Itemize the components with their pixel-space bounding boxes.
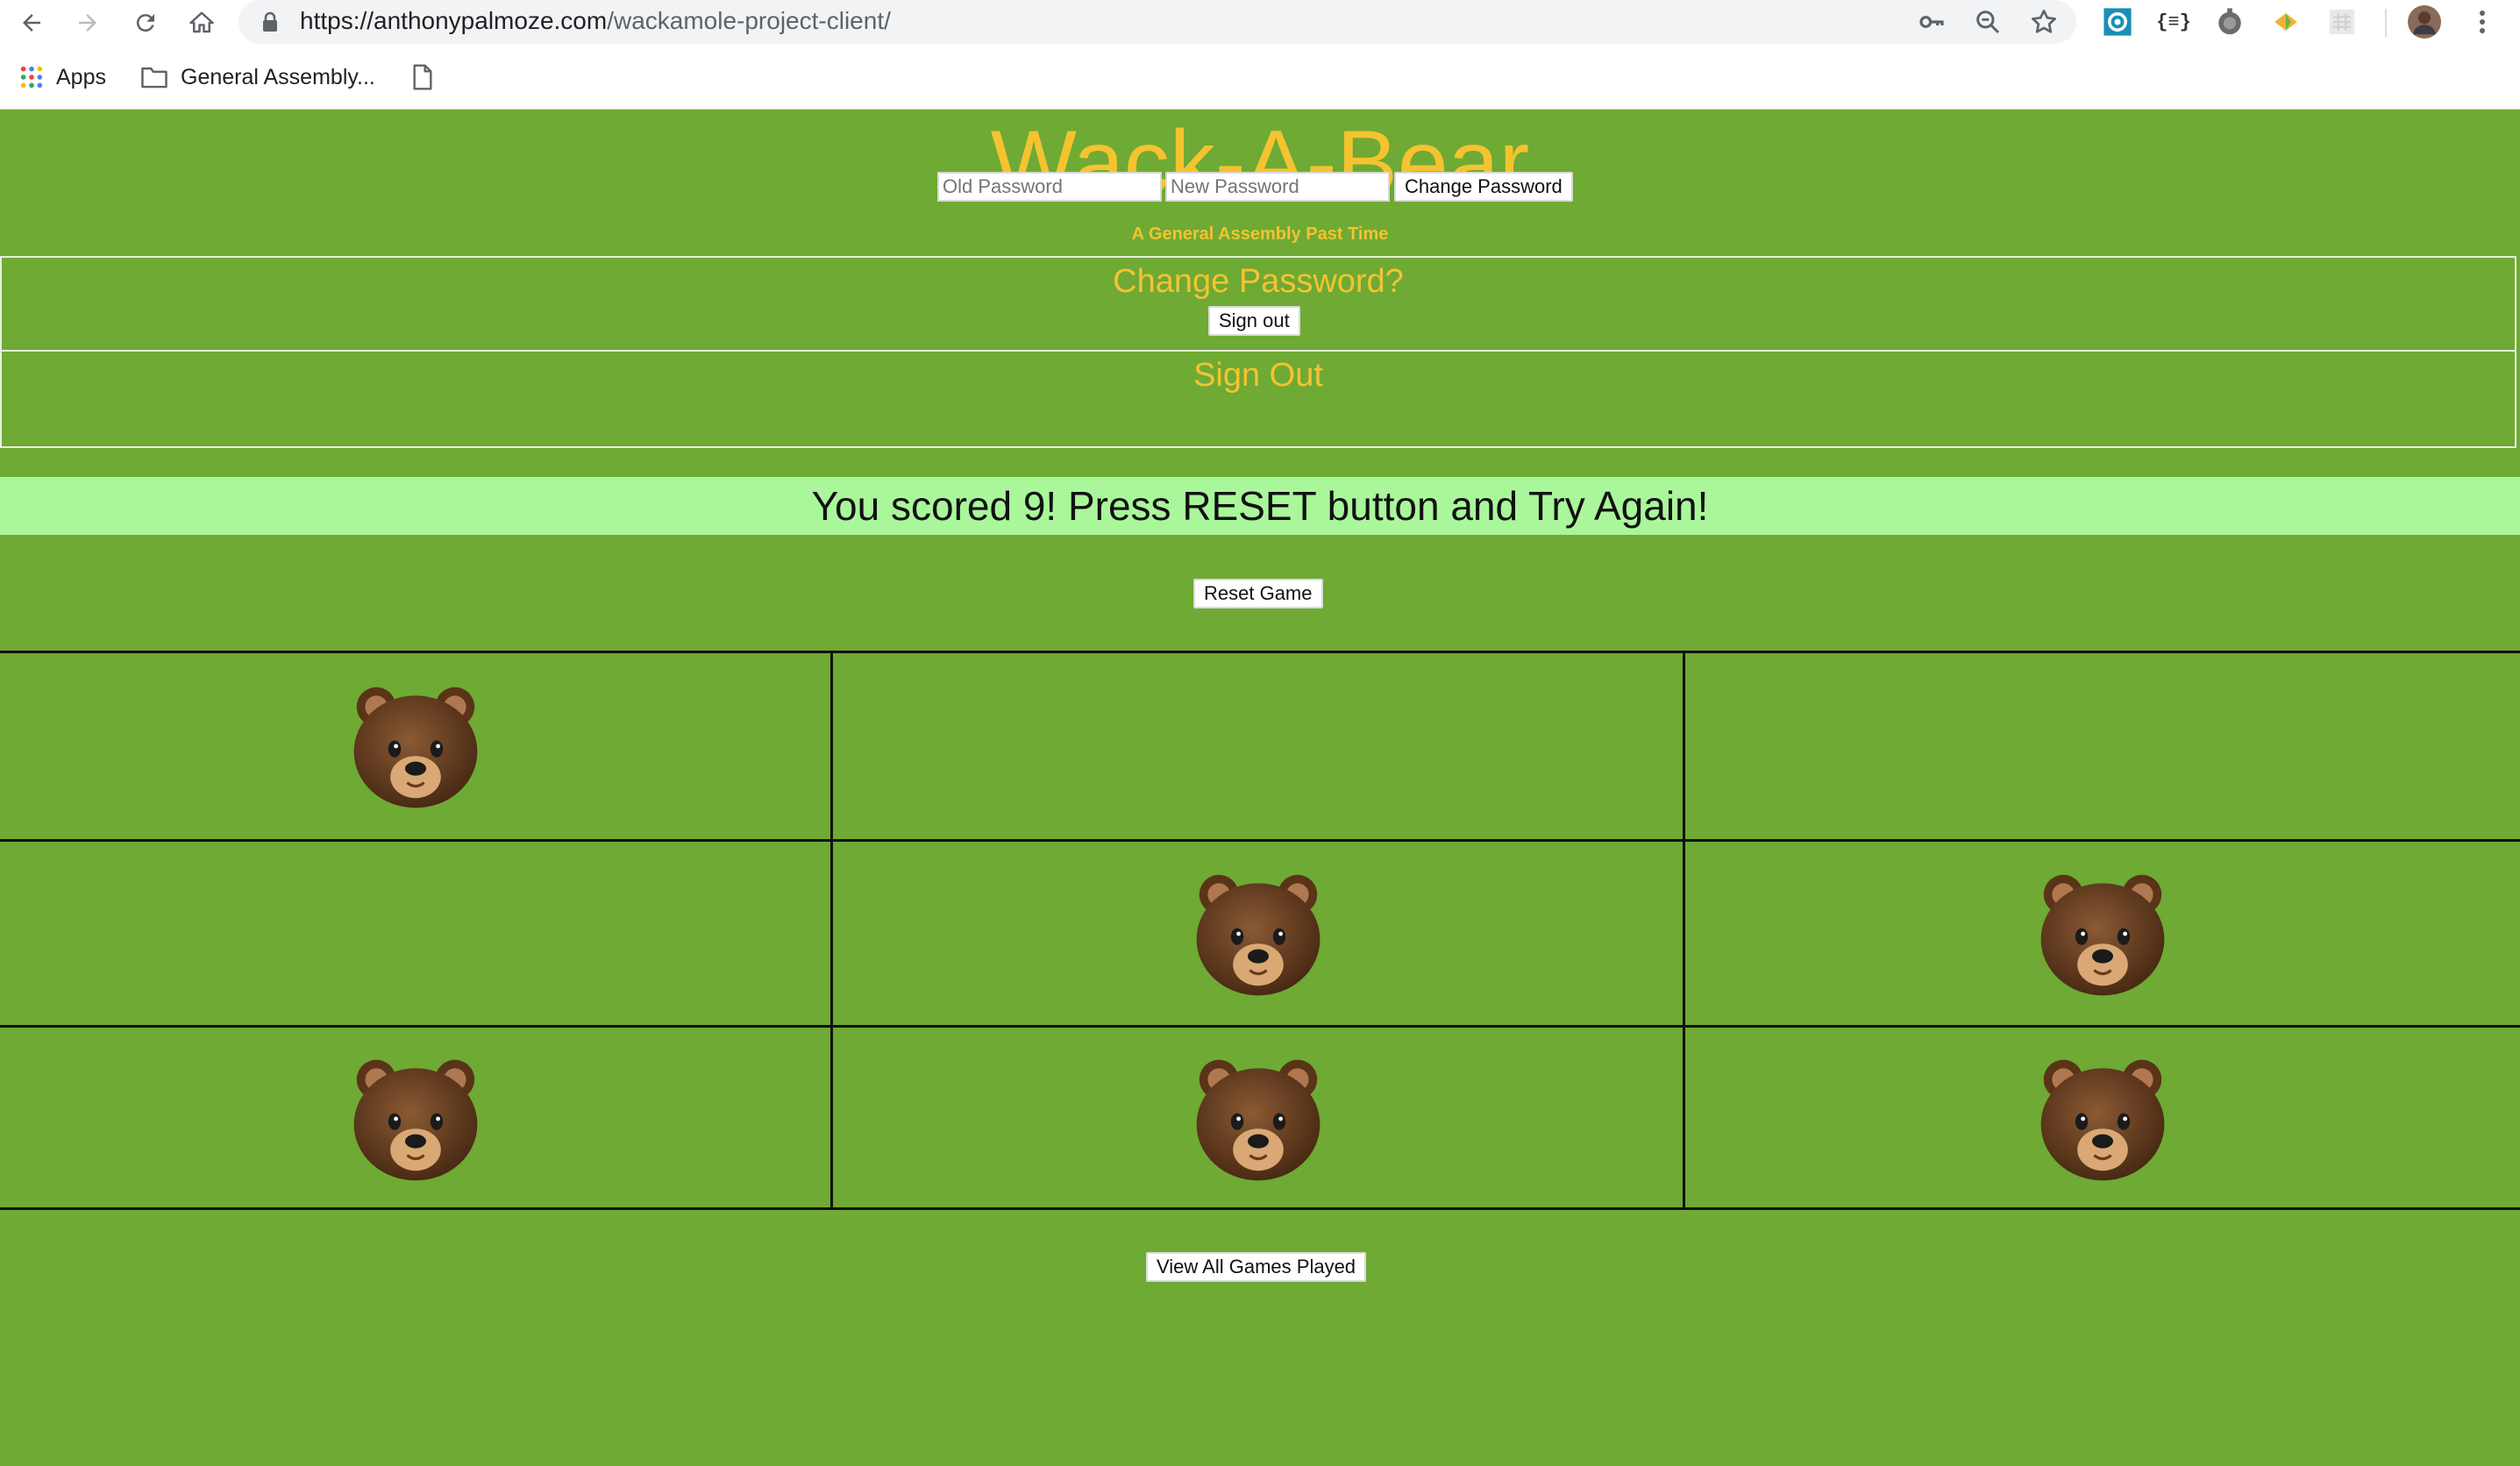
bear-icon bbox=[2040, 1059, 2165, 1181]
reload-icon[interactable] bbox=[126, 4, 165, 42]
bookmark-apps[interactable]: Apps bbox=[19, 46, 106, 109]
bear-icon bbox=[1196, 874, 1320, 995]
more-menu-icon[interactable] bbox=[2466, 5, 2499, 39]
board-cell[interactable] bbox=[830, 839, 1683, 1025]
change-password-panel: Change Password? Change Password bbox=[0, 172, 2516, 352]
sign-out-button[interactable]: Sign out bbox=[1208, 306, 1300, 336]
bookmark-apps-label: Apps bbox=[56, 64, 106, 89]
change-password-heading: Change Password? bbox=[1113, 263, 1404, 300]
view-games-button[interactable]: View All Games Played bbox=[1146, 1252, 1367, 1282]
bookmark-folder-general-assembly[interactable]: General Assembly... bbox=[140, 46, 375, 109]
home-icon[interactable] bbox=[182, 4, 221, 42]
sign-out-heading: Sign Out bbox=[1193, 357, 1323, 394]
bear-icon bbox=[353, 1059, 477, 1181]
timer-extension-icon[interactable] bbox=[2213, 5, 2246, 39]
board-cell[interactable] bbox=[0, 653, 830, 839]
reset-game-button[interactable]: Reset Game bbox=[1193, 579, 1323, 608]
page-content: Wack-A-Bear A General Assembly Past Time… bbox=[0, 110, 2520, 1466]
key-icon[interactable] bbox=[1915, 5, 1948, 39]
board-cell[interactable] bbox=[1683, 1025, 2520, 1210]
bookmark-page[interactable] bbox=[412, 46, 445, 109]
avatar[interactable] bbox=[2408, 5, 2441, 39]
apps-grid-icon bbox=[20, 66, 43, 89]
zoom-icon[interactable] bbox=[1971, 5, 2004, 39]
game-board bbox=[0, 651, 2520, 1210]
extension-icon[interactable] bbox=[2101, 5, 2134, 39]
folder-icon bbox=[141, 67, 167, 89]
score-message: You scored 9! Press RESET button and Try… bbox=[0, 477, 2520, 535]
grid-extension-icon[interactable] bbox=[2325, 5, 2359, 39]
board-cell[interactable] bbox=[1683, 839, 2520, 1025]
forward-icon[interactable] bbox=[68, 4, 107, 42]
diamond-extension-icon[interactable] bbox=[2269, 5, 2303, 39]
board-cell[interactable] bbox=[0, 839, 830, 1025]
bookmark-star-icon[interactable] bbox=[2027, 5, 2061, 39]
page-title: Wack-A-Bear bbox=[990, 112, 1530, 214]
bookmarks-bar: Apps General Assembly... bbox=[0, 46, 2520, 110]
bear-icon bbox=[353, 687, 477, 808]
board-cell[interactable] bbox=[830, 653, 1683, 839]
page-subtitle: A General Assembly Past Time bbox=[1131, 224, 1389, 244]
board-cell[interactable] bbox=[1683, 653, 2520, 839]
bear-icon bbox=[2040, 874, 2165, 995]
new-password-input[interactable] bbox=[1165, 172, 1390, 202]
browser-toolbar: https://anthonypalmoze.com/wackamole-pro… bbox=[0, 0, 2520, 46]
toolbar-divider bbox=[2385, 9, 2387, 37]
board-cell[interactable] bbox=[830, 1025, 1683, 1210]
sign-out-panel: Sign Out Sign out bbox=[0, 306, 2516, 448]
old-password-input[interactable] bbox=[937, 172, 1162, 202]
address-bar[interactable]: https://anthonypalmoze.com/wackamole-pro… bbox=[238, 0, 2076, 44]
json-formatter-icon[interactable]: {≡} bbox=[2156, 5, 2191, 39]
board-cell[interactable] bbox=[0, 1025, 830, 1210]
back-icon[interactable] bbox=[12, 4, 51, 42]
url-text: https://anthonypalmoze.com/wackamole-pro… bbox=[300, 7, 891, 34]
bookmark-folder-label: General Assembly... bbox=[181, 64, 375, 89]
bear-icon bbox=[1196, 1059, 1320, 1181]
page-icon bbox=[413, 64, 432, 90]
lock-icon bbox=[261, 11, 279, 37]
change-password-button[interactable]: Change Password bbox=[1394, 172, 1573, 202]
